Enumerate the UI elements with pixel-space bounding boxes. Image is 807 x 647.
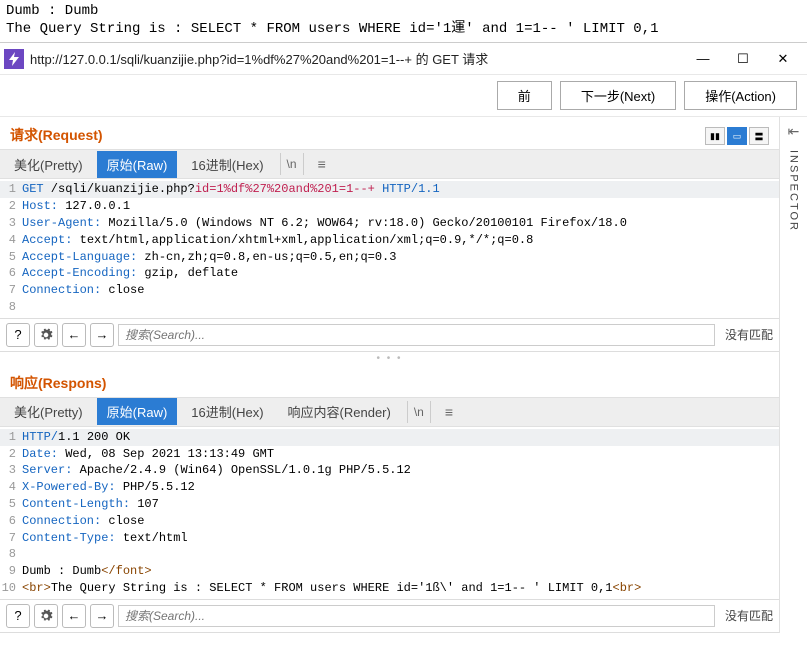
view-split-icon[interactable]: ▭	[727, 127, 747, 145]
action-toolbar: 前 下一步(Next) 操作(Action)	[0, 75, 807, 117]
next-match-icon-resp[interactable]: →	[90, 604, 114, 628]
help-icon-resp[interactable]: ?	[6, 604, 30, 628]
view-columns-icon[interactable]: ▮▮	[705, 127, 725, 145]
close-button[interactable]: ✕	[763, 45, 803, 73]
tab-hex-resp[interactable]: 16进制(Hex)	[181, 398, 273, 425]
burp-window: http://127.0.0.1/sqli/kuanzijie.php?id=1…	[0, 42, 807, 632]
next-match-icon[interactable]: →	[90, 323, 114, 347]
request-header: 请求(Request)	[0, 117, 705, 149]
no-match-label-resp: 没有匹配	[725, 607, 773, 624]
menu-icon[interactable]: ≡	[310, 152, 334, 176]
browser-output: Dumb : Dumb The Query String is : SELECT…	[0, 0, 807, 40]
response-tabs: 美化(Pretty) 原始(Raw) 16进制(Hex) 响应内容(Render…	[0, 397, 779, 427]
response-body[interactable]: 1HTTP/1.1 200 OK 2Date: Wed, 08 Sep 2021…	[0, 427, 779, 599]
window-title: http://127.0.0.1/sqli/kuanzijie.php?id=1…	[30, 49, 683, 68]
maximize-button[interactable]: ☐	[723, 45, 763, 73]
request-tabs: 美化(Pretty) 原始(Raw) 16进制(Hex) \n ≡	[0, 149, 779, 179]
tab-raw-resp[interactable]: 原始(Raw)	[97, 398, 178, 425]
tab-pretty[interactable]: 美化(Pretty)	[4, 151, 93, 178]
newline-toggle[interactable]: \n	[280, 153, 304, 175]
lightning-icon	[4, 49, 24, 69]
inspector-label[interactable]: INSPECTOR	[788, 150, 800, 232]
inspector-panel: ⇤ INSPECTOR	[779, 117, 807, 632]
menu-icon-resp[interactable]: ≡	[437, 400, 461, 424]
tab-hex[interactable]: 16进制(Hex)	[181, 151, 273, 178]
view-rows-icon[interactable]: 〓	[749, 127, 769, 145]
gear-icon[interactable]	[34, 323, 58, 347]
tab-pretty-resp[interactable]: 美化(Pretty)	[4, 398, 93, 425]
search-input-resp[interactable]	[118, 605, 715, 627]
output-line-2: The Query String is : SELECT * FROM user…	[6, 20, 801, 38]
response-header: 响应(Respons)	[0, 365, 779, 397]
next-button[interactable]: 下一步(Next)	[560, 81, 676, 110]
inspector-toggle-icon[interactable]: ⇤	[788, 123, 800, 140]
prev-button[interactable]: 前	[497, 81, 552, 110]
tab-raw[interactable]: 原始(Raw)	[97, 151, 178, 178]
search-input[interactable]	[118, 324, 715, 346]
action-button[interactable]: 操作(Action)	[684, 81, 797, 110]
splitter-handle[interactable]: • • •	[0, 352, 779, 365]
help-icon[interactable]: ?	[6, 323, 30, 347]
request-search-bar: ? ← → 没有匹配	[0, 318, 779, 352]
prev-match-icon[interactable]: ←	[62, 323, 86, 347]
output-line-1: Dumb : Dumb	[6, 2, 801, 20]
tab-render-resp[interactable]: 响应内容(Render)	[278, 398, 401, 425]
response-search-bar: ? ← → 没有匹配	[0, 599, 779, 633]
prev-match-icon-resp[interactable]: ←	[62, 604, 86, 628]
gear-icon-resp[interactable]	[34, 604, 58, 628]
newline-toggle-resp[interactable]: \n	[407, 401, 431, 423]
no-match-label: 没有匹配	[725, 326, 773, 343]
title-bar: http://127.0.0.1/sqli/kuanzijie.php?id=1…	[0, 43, 807, 75]
request-body[interactable]: 1GET /sqli/kuanzijie.php?id=1%df%27%20an…	[0, 179, 779, 317]
minimize-button[interactable]: —	[683, 45, 723, 73]
